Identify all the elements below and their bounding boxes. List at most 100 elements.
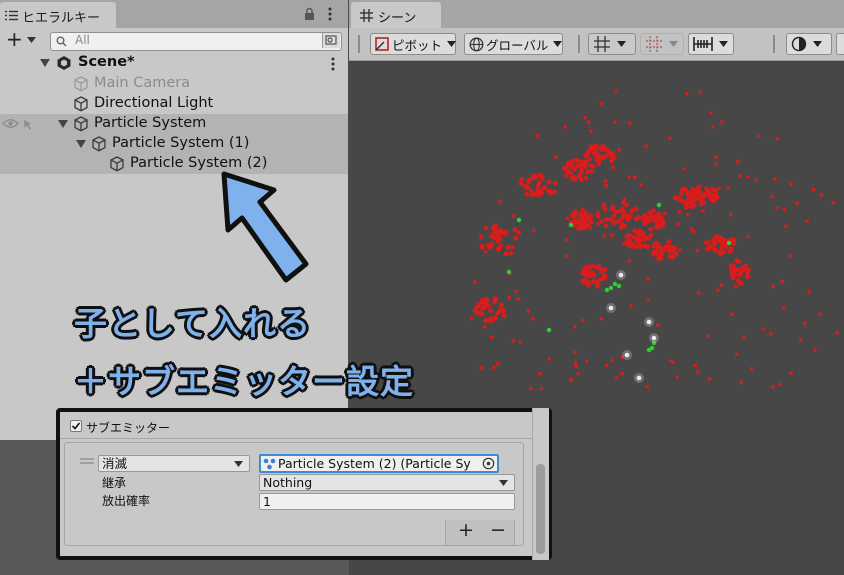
particle [488,308,493,314]
particle [572,220,578,226]
search-input[interactable]: All [50,32,342,51]
particle [582,161,587,166]
particle [537,371,542,376]
global-toggle-button[interactable]: グローバル [464,33,563,55]
trigger-type-dropdown[interactable]: 消滅 [98,455,250,472]
shaded-sphere-icon [791,36,807,52]
scrollbar-thumb[interactable] [536,464,545,554]
sub-emitters-module: サブエミッター 消滅 Particle System (2) (Particle… [56,408,552,560]
particle [675,222,680,226]
particle [589,129,593,134]
hierarchy-item-main-camera[interactable]: Main Camera [0,74,348,94]
particle [508,250,514,256]
increment-snap-icon [645,36,663,52]
particle [579,225,585,231]
particle [533,191,538,196]
particle [604,183,608,188]
particle [645,384,650,389]
particle [577,162,583,168]
particle [795,201,799,205]
particle [526,309,531,313]
particle [495,361,500,366]
panel-menu-icon[interactable] [328,7,332,21]
particle [671,360,675,365]
scene-row[interactable]: Scene* [0,54,348,74]
particle [719,282,724,287]
particle [629,304,633,308]
particle [627,175,631,179]
search-filter-icon[interactable] [322,33,340,48]
foldout-expanded-icon[interactable] [40,59,50,67]
particle [613,120,617,124]
toolbar-separator [578,35,580,53]
particle [491,365,496,370]
particle [633,206,639,212]
scene-menu-icon[interactable] [331,57,335,71]
tab-hierarchy[interactable]: ヒエラルキー [0,2,116,28]
particle [634,216,639,222]
particle [749,366,754,371]
particle [831,200,835,205]
search-icon [56,36,68,47]
particle [479,311,485,317]
particle [769,332,773,336]
particle [612,281,618,287]
particle [693,363,698,368]
particle [594,157,600,163]
foldout-expanded-icon[interactable] [76,140,86,148]
particle [599,219,604,225]
particle [591,273,597,278]
particle [643,221,648,227]
inherit-dropdown[interactable]: Nothing [259,474,515,491]
align-snap-button[interactable] [688,33,734,55]
hierarchy-item-particle-system-1[interactable]: Particle System (1) [0,134,348,154]
particle [591,279,596,284]
particle [510,244,515,250]
particle [574,157,580,163]
hierarchy-item-particle-system[interactable]: Particle System [0,114,348,134]
module-enabled-checkbox[interactable] [70,420,82,432]
draw-mode-button[interactable] [786,33,832,55]
particle [730,312,734,317]
particle [789,182,794,186]
hierarchy-item-directional-light[interactable]: Directional Light [0,94,348,114]
particle [644,244,650,250]
tab-scene[interactable]: シーン [351,2,441,28]
particle [619,206,625,212]
lock-icon[interactable] [304,7,315,20]
particle [574,364,578,369]
module-header[interactable]: サブエミッター [60,416,538,439]
grid-snap-button[interactable] [588,33,636,55]
increment-snap-button[interactable] [640,33,684,55]
pickable-hand-icon[interactable] [22,117,35,130]
view-options-button[interactable] [836,33,844,55]
gameobject-cube-icon [73,96,89,112]
particle [663,211,667,216]
create-dropdown-button[interactable]: + [4,27,40,51]
remove-sub-emitter-button[interactable]: − [490,519,506,541]
particle [714,162,718,166]
particle [514,289,518,294]
particle [518,340,523,344]
particle [713,196,719,201]
chevron-down-icon [669,41,678,47]
particle [546,327,552,333]
foldout-expanded-icon[interactable] [58,120,68,128]
emit-probability-input[interactable]: 1 [259,493,515,510]
reorder-handle-icon[interactable] [80,458,94,464]
particle [611,165,615,170]
particle [583,115,587,120]
particle [720,120,724,124]
particle [546,179,552,185]
object-picker-icon[interactable] [482,457,495,470]
particle [586,280,592,285]
scrollbar-track[interactable] [532,408,549,560]
add-sub-emitter-button[interactable]: + [458,519,474,541]
particle [486,303,491,309]
particle [711,125,715,129]
particle [697,291,701,295]
sub-emitter-object-field[interactable]: Particle System (2) (Particle Sy [259,454,499,473]
visibility-eye-icon[interactable] [2,118,19,129]
gameobject-cube-icon [91,136,107,152]
pivot-toggle-button[interactable]: ピボット [370,33,457,55]
